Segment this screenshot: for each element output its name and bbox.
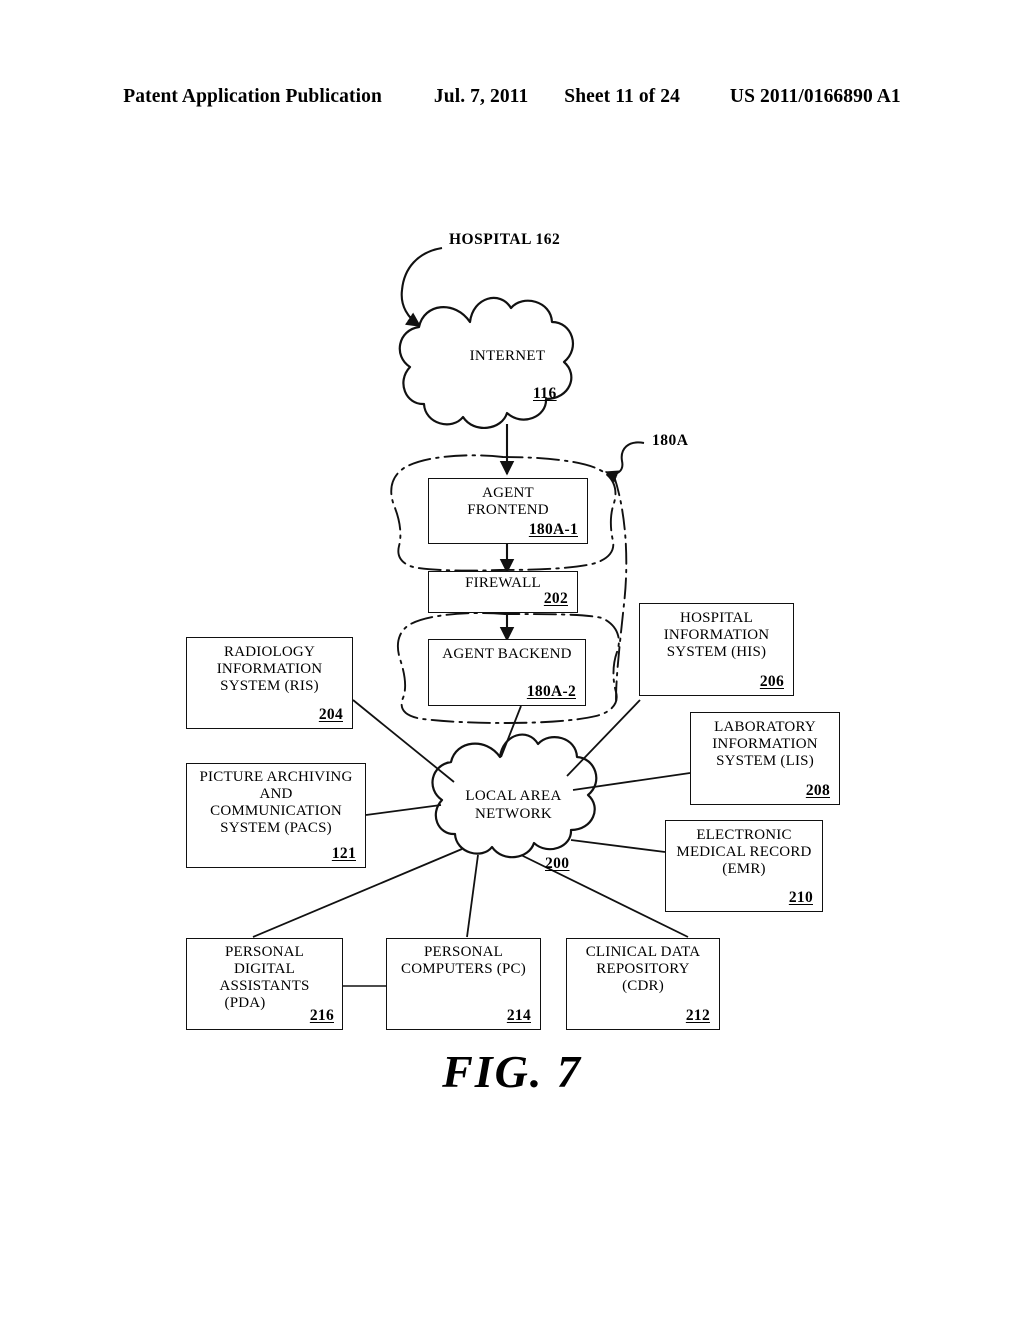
node-pacs-line-3: COMMUNICATION: [210, 803, 342, 819]
callout-180a: 180A: [652, 432, 689, 449]
node-pda-ref: 216: [309, 1007, 334, 1024]
node-ris-line-2: INFORMATION: [216, 661, 323, 677]
node-pacs-line-4: SYSTEM (PACS): [220, 820, 332, 836]
node-pacs[interactable]: PICTURE ARCHIVING AND COMMUNICATION SYST…: [186, 763, 366, 868]
node-cdr[interactable]: CLINICAL DATA REPOSITORY (CDR) 212: [566, 938, 720, 1030]
node-agent-frontend-ref: 180A-1: [528, 521, 578, 538]
connector-his-lan: [566, 699, 641, 777]
node-pda-line-1: PERSONAL: [224, 944, 305, 960]
lan-cloud-label-line1: LOCAL AREA: [465, 788, 562, 804]
node-cdr-line-2: REPOSITORY: [596, 961, 690, 977]
node-lis-ref: 208: [805, 782, 830, 799]
figure-7-diagram: HOSPITAL 162 180A INTERNET 116 LOCAL ARE…: [0, 0, 1024, 1320]
node-cdr-line-3: (CDR): [622, 978, 664, 994]
node-his-line-2: INFORMATION: [663, 627, 770, 643]
node-ris-ref: 204: [318, 706, 343, 723]
node-his-line-1: HOSPITAL: [680, 610, 753, 626]
internet-cloud-label: INTERNET: [469, 348, 546, 364]
node-emr-line-3: (EMR): [722, 861, 766, 877]
node-emr-line-2: MEDICAL RECORD: [676, 844, 812, 860]
node-agent-frontend-line-2: FRONTEND: [467, 502, 549, 518]
agent-boundary-right-spine: [613, 475, 628, 701]
node-emr-ref: 210: [788, 889, 813, 906]
connector-pacs-lan: [365, 804, 442, 816]
node-emr-line-1: ELECTRONIC: [696, 827, 792, 843]
node-firewall-ref: 202: [543, 590, 568, 607]
node-pc-line-2: COMPUTERS (PC): [401, 961, 526, 977]
node-emr[interactable]: ELECTRONIC MEDICAL RECORD (EMR) 210: [665, 820, 823, 912]
node-his[interactable]: HOSPITAL INFORMATION SYSTEM (HIS) 206: [639, 603, 794, 696]
node-agent-backend-line-1: AGENT BACKEND: [442, 646, 572, 662]
node-agent-frontend-line-1: AGENT: [482, 485, 534, 501]
node-lis-line-2: INFORMATION: [712, 736, 818, 752]
agent-system-leader: [604, 441, 645, 483]
connector-ris-lan: [352, 699, 455, 783]
lan-cloud-ref: 200: [545, 855, 570, 872]
node-firewall[interactable]: FIREWALL 202: [428, 571, 578, 613]
node-pacs-line-1: PICTURE ARCHIVING: [199, 769, 353, 785]
node-agent-frontend[interactable]: AGENT FRONTEND 180A-1: [428, 478, 588, 544]
node-cdr-line-1: CLINICAL DATA: [585, 944, 701, 960]
node-agent-backend[interactable]: AGENT BACKEND 180A-2: [428, 639, 586, 706]
callout-hospital-162: HOSPITAL 162: [449, 231, 561, 248]
node-ris-line-3: SYSTEM (RIS): [220, 678, 319, 694]
node-his-line-3: SYSTEM (HIS): [666, 644, 767, 660]
node-his-ref: 206: [759, 673, 784, 690]
node-pacs-line-2: AND: [259, 786, 293, 802]
node-agent-backend-ref: 180A-2: [526, 683, 576, 700]
node-ris[interactable]: RADIOLOGY INFORMATION SYSTEM (RIS) 204: [186, 637, 353, 729]
node-pda-line-3: ASSISTANTS: [219, 978, 310, 994]
node-pc[interactable]: PERSONAL COMPUTERS (PC) 214: [386, 938, 541, 1030]
node-pacs-ref: 121: [331, 845, 356, 862]
figure-caption: FIG. 7: [442, 1046, 582, 1097]
node-cdr-ref: 212: [685, 1007, 710, 1024]
internet-cloud-ref: 116: [533, 385, 557, 402]
node-pc-line-1: PERSONAL: [423, 944, 504, 960]
node-pc-ref: 214: [506, 1007, 531, 1024]
node-ris-line-1: RADIOLOGY: [224, 644, 315, 660]
lan-cloud-label-line2: NETWORK: [474, 806, 553, 822]
node-lis-line-1: LABORATORY: [714, 719, 816, 735]
connector-emr-lan: [570, 839, 666, 853]
node-lis-line-3: SYSTEM (LIS): [716, 753, 814, 769]
node-pda[interactable]: PERSONAL DIGITAL ASSISTANTS (PDA) 216: [186, 938, 343, 1030]
connector-pc-lan: [466, 854, 479, 938]
node-pda-line-2: DIGITAL: [233, 961, 295, 977]
node-lis[interactable]: LABORATORY INFORMATION SYSTEM (LIS) 208: [690, 712, 840, 805]
